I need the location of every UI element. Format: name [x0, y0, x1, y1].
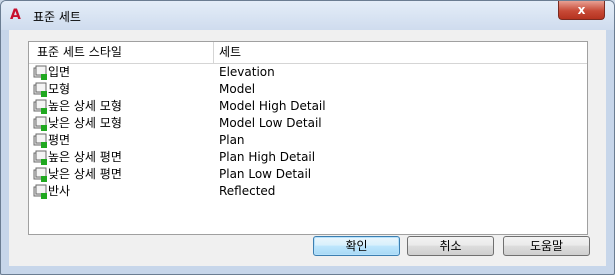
list-item[interactable]: 모형 Model — [29, 81, 587, 98]
dialog-body: 표준 세트 스타일 세트 입면 Elevation 모형 Model 높은 상세… — [9, 30, 606, 266]
list-item[interactable]: 평면 Plan — [29, 132, 587, 149]
style-name: 낮은 상세 평면 — [48, 167, 122, 181]
set-name: Plan Low Detail — [219, 167, 312, 181]
column-header-set[interactable]: 세트 — [219, 42, 241, 63]
standard-set-icon — [33, 116, 47, 131]
set-name: Plan High Detail — [219, 150, 316, 164]
style-name: 입면 — [48, 65, 71, 79]
list-header: 표준 세트 스타일 세트 — [29, 42, 587, 64]
set-name: Model Low Detail — [219, 116, 322, 130]
help-button[interactable]: 도움말 — [503, 236, 590, 256]
standard-set-icon — [33, 99, 47, 114]
standard-set-icon — [33, 150, 47, 165]
cancel-button[interactable]: 취소 — [407, 236, 494, 256]
style-name: 모형 — [48, 82, 71, 96]
close-button[interactable]: x — [558, 1, 605, 20]
set-name: Model High Detail — [219, 99, 326, 113]
standard-set-icon — [33, 65, 47, 80]
standard-set-icon — [33, 133, 47, 148]
style-name: 평면 — [48, 133, 71, 147]
style-name: 높은 상세 모형 — [48, 99, 122, 113]
standard-set-icon — [33, 184, 47, 199]
list-item[interactable]: 낮은 상세 평면 Plan Low Detail — [29, 166, 587, 183]
list-item[interactable]: 높은 상세 평면 Plan High Detail — [29, 149, 587, 166]
standard-set-icon — [33, 82, 47, 97]
list-item[interactable]: 반사 Reflected — [29, 183, 587, 200]
list-item[interactable]: 높은 상세 모형 Model High Detail — [29, 98, 587, 115]
autocad-app-icon: A — [10, 7, 21, 23]
set-name: Plan — [219, 133, 245, 147]
dialog-title: 표준 세트 — [33, 10, 81, 24]
set-name: Model — [219, 82, 256, 96]
column-header-style[interactable]: 표준 세트 스타일 — [29, 42, 214, 63]
style-name: 높은 상세 평면 — [48, 150, 122, 164]
style-name: 낮은 상세 모형 — [48, 116, 122, 130]
set-name: Reflected — [219, 184, 276, 198]
title-bar: A 표준 세트 x — [1, 1, 614, 30]
standard-set-icon — [33, 167, 47, 182]
list-item[interactable]: 입면 Elevation — [29, 64, 587, 81]
list-item[interactable]: 낮은 상세 모형 Model Low Detail — [29, 115, 587, 132]
ok-button[interactable]: 확인 — [313, 236, 400, 256]
set-name: Elevation — [219, 65, 275, 79]
standard-sets-dialog: A 표준 세트 x 표준 세트 스타일 세트 입면 Elevation 모형 M… — [0, 0, 615, 275]
style-name: 반사 — [48, 184, 71, 198]
standard-set-list[interactable]: 표준 세트 스타일 세트 입면 Elevation 모형 Model 높은 상세… — [28, 41, 588, 235]
